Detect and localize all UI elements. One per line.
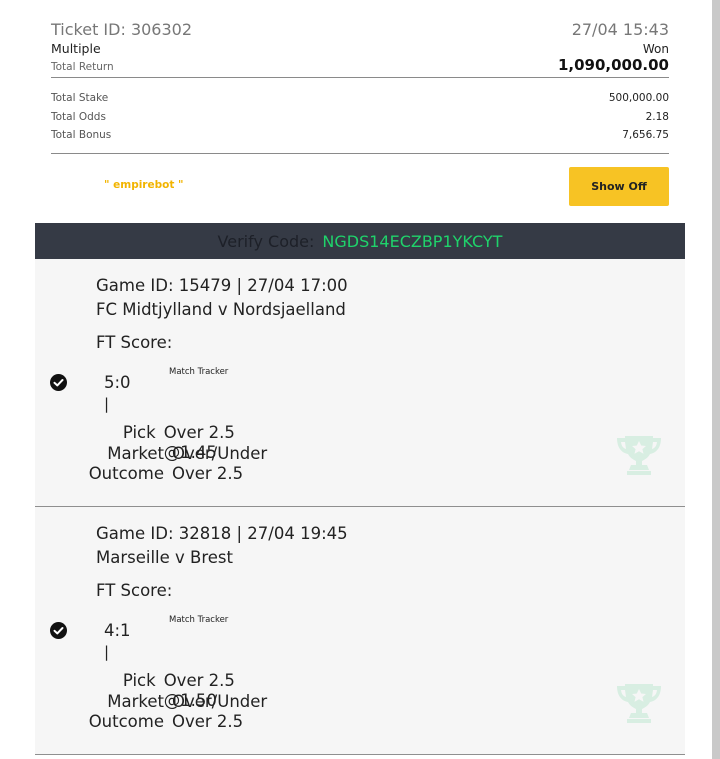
divider [51,153,669,154]
total-return-label: Total Return [51,61,114,73]
game-card: Game ID: 32818 | 27/04 19:45 Marseille v… [35,507,685,755]
outcome-label: Outcome [88,712,164,731]
pick-label: Pick [122,423,156,442]
stat-label: Total Stake [51,92,109,104]
game-id: Game ID: 15479 | 27/04 17:00 [96,276,348,295]
bet-details: Pick Over 2.5 @1.50 Market Over/Under Outc… [35,671,285,733]
market-value: Over/Under [172,691,268,711]
trophy-icon [617,436,661,475]
pick-label: Pick [122,671,156,690]
match-name: Marseille v Brest [96,548,233,567]
ticket-header: Ticket ID: 306302 27/04 15:43 Multiple W… [51,20,669,74]
verify-code-label: Verify Code: [217,231,315,251]
trophy-icon [617,684,661,723]
game-card: Game ID: 15479 | 27/04 17:00 FC Midtjyll… [35,259,685,507]
market-label: Market [107,443,164,463]
ticket-type: Multiple [51,41,101,56]
stat-row: Total Odds 2.18 [51,110,669,129]
market-value: Over/Under [172,443,268,463]
pick-value: Over 2.5 @1.50 [163,671,235,710]
score-separator: | [104,643,110,661]
bet-details: Pick Over 2.5 @1.45 Market Over/Under Outc… [35,423,285,485]
stat-value: 2.18 [645,110,669,123]
outcome-label: Outcome [88,464,164,483]
divider [51,77,669,78]
stat-row: Total Bonus 7,656.75 [51,128,669,147]
stat-label: Total Bonus [51,129,112,141]
score-separator: | [104,395,110,413]
game-id: Game ID: 32818 | 27/04 19:45 [96,524,348,543]
stat-label: Total Odds [51,110,106,123]
verify-code-bar: Verify Code: NGDS14ECZBP1YKCYT [35,223,685,259]
stat-value: 500,000.00 [608,92,669,104]
brand-tag: " empirebot " [104,179,184,191]
ft-score-value: 5:0 [104,373,131,392]
match-name: FC Midtjylland v Nordsjaelland [96,300,346,319]
ticket-status: Won [642,42,669,56]
stat-value: 7,656.75 [622,129,669,141]
outcome-value: Over 2.5 [172,464,244,483]
ft-score-value: 4:1 [104,621,131,640]
ticket-id: Ticket ID: 306302 [51,20,193,39]
pick-value: Over 2.5 @1.45 [163,423,235,462]
ft-score-label: FT Score: [96,333,173,352]
show-off-button[interactable]: Show Off [569,167,669,206]
ticket-date: 27/04 15:43 [571,20,669,39]
scrollbar[interactable] [712,0,720,759]
match-tracker-link[interactable]: Match Tracker [169,615,228,625]
stat-row: Total Stake 500,000.00 [51,91,669,110]
check-circle-icon [50,622,67,639]
market-label: Market [107,691,164,711]
total-return-value: 1,090,000.00 [557,56,669,74]
ticket-stats: Total Stake 500,000.00 Total Odds 2.18 T… [51,91,669,147]
match-tracker-link[interactable]: Match Tracker [169,367,228,377]
outcome-value: Over 2.5 [172,712,244,731]
ft-score-label: FT Score: [96,581,173,600]
verify-code-value[interactable]: NGDS14ECZBP1YKCYT [322,232,502,251]
check-circle-icon [50,374,67,391]
